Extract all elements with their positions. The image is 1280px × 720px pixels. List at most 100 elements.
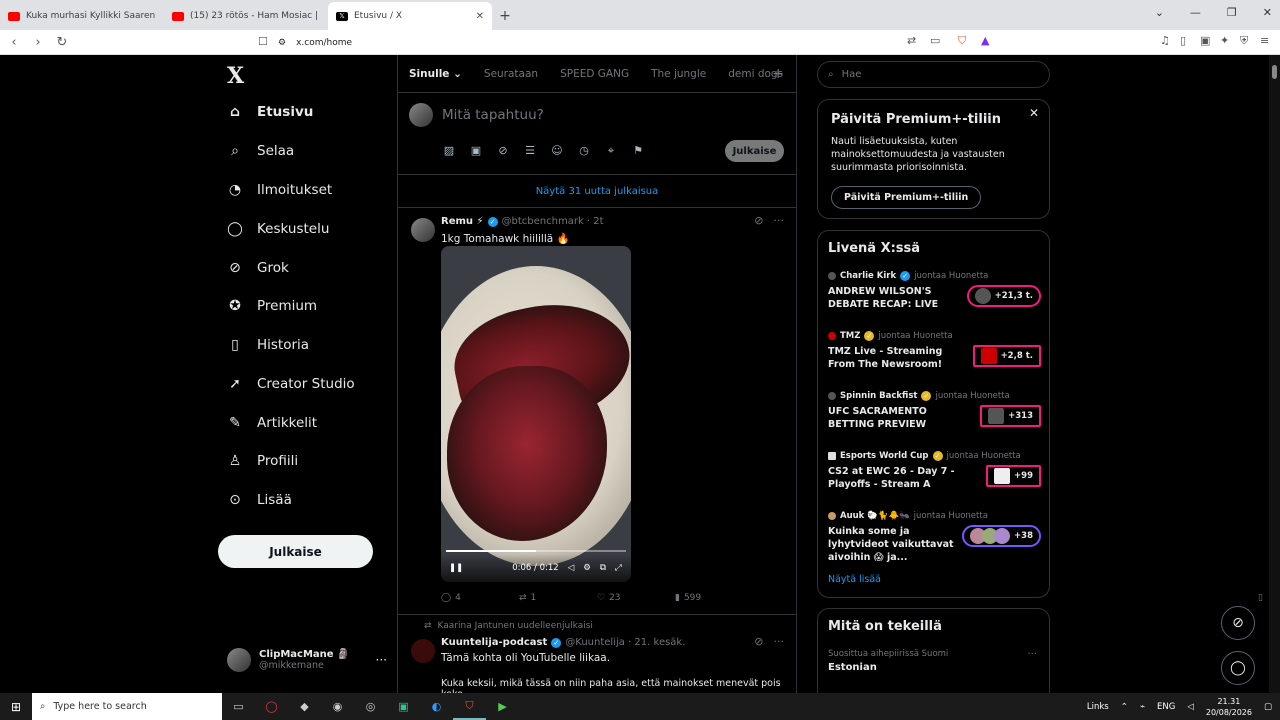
sidebar-icon[interactable]: ▯	[1180, 34, 1186, 47]
nav-item-messages[interactable]: ◯ Keskustelu	[227, 221, 329, 237]
tab-speed-gang[interactable]: SPEED GANG	[560, 68, 629, 80]
account-switcher[interactable]: ClipMacMane 🗿 @mikkemane ···	[227, 648, 387, 672]
close-icon[interactable]: ✕	[476, 11, 484, 22]
scrollbar[interactable]	[1269, 55, 1280, 693]
tweet[interactable]: Remu ⚡ ✓ @btcbenchmark · 2t ⊘ ··· 1kg To…	[398, 208, 1280, 615]
tweet-video[interactable]: ❚❚ 0:06 / 0:12 ◁ ⚙ ⧉ ⤢	[441, 246, 631, 582]
app-icon[interactable]: ▶	[486, 693, 519, 720]
views-button[interactable]: ▮ 599	[675, 593, 755, 603]
author-name[interactable]: Remu ⚡	[441, 216, 484, 227]
chevron-down-icon[interactable]: ⌄	[1155, 6, 1164, 19]
network-icon[interactable]: ⌁	[1140, 702, 1145, 712]
notifications-icon[interactable]: ▢	[1264, 702, 1272, 712]
grok-fab-icon[interactable]: ⊘	[1221, 606, 1255, 640]
live-item[interactable]: Charlie Kirk ✓ juontaa Huonetta ANDREW WIL…	[828, 271, 1041, 311]
address-bar[interactable]: ⚙ x.com/home	[278, 33, 998, 52]
nav-item-creator-studio[interactable]: ➚ Creator Studio	[227, 376, 355, 392]
x-logo-icon[interactable]: X	[227, 63, 244, 89]
nav-item-home[interactable]: ⌂ Etusivu	[227, 104, 313, 120]
grok-icon[interactable]: ⊘	[495, 144, 511, 158]
nav-item-profile[interactable]: ♙ Profiili	[227, 453, 298, 469]
schedule-icon[interactable]: ◷	[576, 144, 592, 158]
nav-item-notifications[interactable]: ◔ Ilmoitukset	[227, 182, 332, 198]
search-input[interactable]: ⌕ Hae	[817, 61, 1050, 88]
browser-tab-3[interactable]: 𝕏 Etusivu / X ✕	[328, 2, 492, 30]
nav-item-more[interactable]: ⊙ Lisää	[227, 492, 292, 508]
nav-item-premium[interactable]: ✪ Premium	[227, 298, 317, 314]
fullscreen-icon[interactable]: ⤢	[615, 563, 622, 573]
task-view-icon[interactable]: ▭	[222, 693, 255, 720]
more-icon[interactable]: ···	[1027, 649, 1037, 660]
live-item[interactable]: Spinnin Backfist ✓ juontaa Huonetta UFC SA…	[828, 391, 1041, 431]
more-icon[interactable]: ···	[774, 214, 785, 227]
live-item[interactable]: TMZ ✓ juontaa Huonetta TMZ Live - Streamin…	[828, 331, 1041, 371]
emoji-icon[interactable]: ☺	[549, 144, 565, 158]
clock[interactable]: 21.31 20/08/2026	[1206, 696, 1252, 718]
app-icon[interactable]: ▣	[387, 693, 420, 720]
language-indicator[interactable]: ENG	[1157, 702, 1175, 712]
show-new-posts[interactable]: Näytä 31 uutta julkaisua	[398, 175, 796, 208]
live-item[interactable]: Auuk 🐑🐈🐥🐜 juontaa Huonetta Kuinka some ja…	[828, 511, 1041, 564]
media-icon[interactable]: ♫	[1160, 34, 1170, 47]
cast-icon[interactable]: ▭	[930, 34, 940, 47]
restore-icon[interactable]: ❐	[1227, 6, 1237, 19]
nav-item-articles[interactable]: ✎ Artikkelit	[227, 415, 317, 431]
chevron-up-icon[interactable]: ⌃	[1121, 702, 1128, 712]
more-icon[interactable]: ···	[774, 635, 785, 648]
taskbar-search-input[interactable]: ⌕ Type here to search	[32, 693, 222, 720]
app-icon[interactable]: ◎	[354, 693, 387, 720]
extensions-icon[interactable]: ✦	[1220, 34, 1229, 47]
bookmark-icon[interactable]: ▯	[1258, 593, 1263, 603]
reply-button[interactable]: ◯ 4	[441, 593, 519, 603]
tab-following[interactable]: Seurataan	[484, 68, 538, 80]
pip-icon[interactable]: ⧉	[600, 563, 606, 573]
vpn-icon[interactable]: ⛨	[1240, 34, 1248, 48]
site-info-icon[interactable]: ⚙	[278, 38, 286, 48]
tab-the-jungle[interactable]: The jungle	[651, 68, 706, 80]
live-item[interactable]: Esports World Cup ✓ juontaa Huonetta CS2 a…	[828, 451, 1041, 491]
gif-icon[interactable]: ▣	[468, 144, 484, 158]
publish-button[interactable]: Julkaise	[725, 140, 784, 162]
add-tab-icon[interactable]: +	[772, 66, 784, 82]
back-icon[interactable]: ‹	[4, 35, 24, 50]
close-icon[interactable]: ✕	[1263, 6, 1272, 19]
brave-shield-icon[interactable]: ⛉	[958, 34, 966, 48]
grok-icon[interactable]: ⊘	[754, 214, 763, 227]
pause-icon[interactable]: ❚❚	[449, 563, 463, 573]
poll-icon[interactable]: ☰	[522, 144, 538, 158]
trend-name[interactable]: Estonian	[828, 662, 877, 673]
post-button[interactable]: Julkaise	[218, 535, 373, 568]
author-name[interactable]: Kuuntelija-podcast	[441, 637, 547, 648]
messages-fab-icon[interactable]: ◯	[1221, 651, 1255, 685]
image-icon[interactable]: ▨	[441, 144, 457, 158]
chrome-icon[interactable]: ◉	[321, 693, 354, 720]
show-more-link[interactable]: Näytä lisää	[828, 574, 881, 585]
bookmark-icon[interactable]: ☐	[258, 35, 268, 48]
opera-icon[interactable]: ◯	[255, 693, 288, 720]
like-button[interactable]: ♡ 23	[597, 593, 675, 603]
premium-upgrade-button[interactable]: Päivitä Premium+-tiliin	[831, 186, 982, 209]
nav-item-bookmarks[interactable]: ▯ Historia	[227, 337, 309, 353]
avatar[interactable]	[411, 639, 435, 663]
brave-icon[interactable]: ⛉	[453, 693, 486, 720]
reload-icon[interactable]: ↻	[52, 35, 72, 50]
nav-item-explore[interactable]: ⌕ Selaa	[227, 143, 294, 159]
brave-rewards-icon[interactable]: ▲	[981, 34, 989, 47]
translate-icon[interactable]: ⇄	[907, 34, 916, 47]
video-progress[interactable]	[446, 550, 626, 552]
volume-icon[interactable]: ◁	[1187, 702, 1194, 712]
tab-for-you[interactable]: Sinulle ⌄	[409, 68, 462, 80]
links-toolbar[interactable]: Links	[1087, 702, 1109, 712]
nav-item-grok[interactable]: ⊘ Grok	[227, 260, 289, 276]
volume-icon[interactable]: ◁	[568, 563, 575, 573]
edge-icon[interactable]: ◐	[420, 693, 453, 720]
location-icon[interactable]: ⌖	[603, 144, 619, 158]
close-icon[interactable]: ✕	[1029, 106, 1039, 120]
browser-tab-2[interactable]: (15) 23 rötös - Ham Mosiac | 24 - Yo	[164, 2, 328, 30]
avatar[interactable]	[411, 218, 435, 242]
repost-button[interactable]: ⇄ 1	[519, 593, 597, 603]
minimize-icon[interactable]: —	[1190, 6, 1201, 19]
settings-icon[interactable]: ⚙	[583, 563, 591, 573]
flag-icon[interactable]: ⚑	[630, 144, 646, 158]
windows-start-icon[interactable]: ⊞	[0, 700, 32, 714]
